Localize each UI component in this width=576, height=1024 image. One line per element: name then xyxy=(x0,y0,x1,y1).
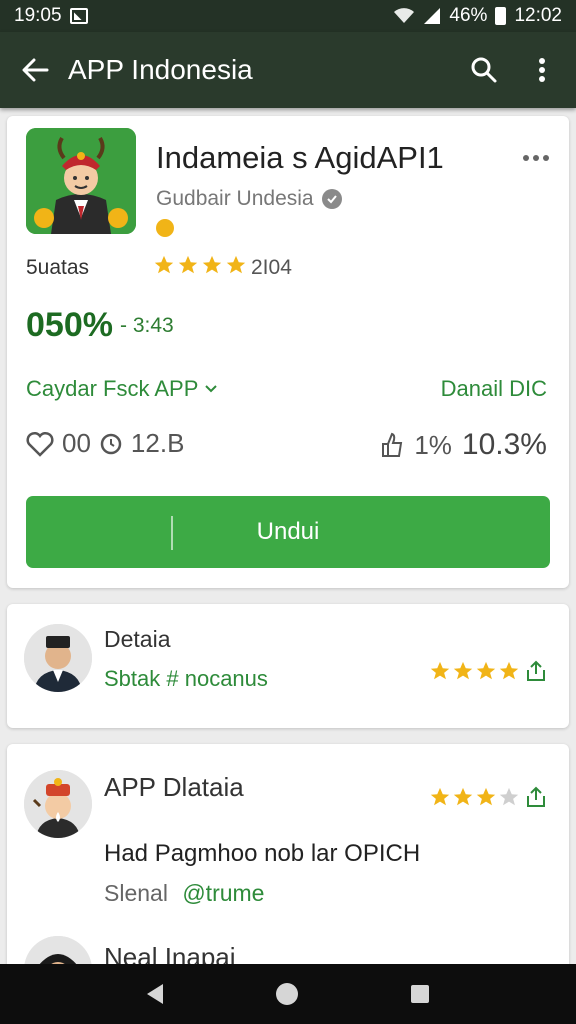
star-icon xyxy=(178,255,198,274)
review-meta-suffix: @trume xyxy=(182,880,265,906)
share-icon[interactable] xyxy=(525,660,547,682)
stats-right: 1% 10.3% xyxy=(380,428,547,462)
likes-count: 00 xyxy=(62,428,91,458)
more-dot-icon xyxy=(543,155,549,161)
star-empty-icon xyxy=(499,787,519,806)
badge-icon xyxy=(156,219,174,237)
status-time-right: 12:02 xyxy=(514,5,562,26)
notification-icon xyxy=(69,8,88,24)
clock-icon xyxy=(100,433,122,454)
rating-label: 5uatas xyxy=(26,256,90,279)
rating-count: 2I04 xyxy=(251,256,292,279)
back-button[interactable] xyxy=(18,53,52,87)
category-label: Caydar Fsck APP xyxy=(26,376,199,401)
app-bar-actions xyxy=(468,54,558,86)
app-bar: APP Indonesia xyxy=(0,32,576,108)
more-dot-icon xyxy=(533,155,539,161)
star-icon xyxy=(202,255,222,274)
user-avatar-icon xyxy=(24,770,92,838)
signal-icon xyxy=(424,8,441,24)
battery-percent: 46% xyxy=(449,5,488,26)
battery-icon xyxy=(495,7,507,25)
download-divider xyxy=(171,516,173,550)
overflow-menu-icon xyxy=(539,58,545,82)
star-icon xyxy=(453,787,473,806)
review-stars xyxy=(429,786,547,808)
category-dropdown[interactable]: Caydar Fsck APP xyxy=(26,376,218,402)
app-logo-icon xyxy=(26,128,136,234)
verified-icon xyxy=(321,189,342,209)
overflow-menu-button[interactable] xyxy=(526,54,558,86)
growth-percent: 10.3% xyxy=(461,428,547,461)
review-stars xyxy=(429,660,547,682)
status-bar: 19:05 46% 12:02 xyxy=(0,0,576,32)
heart-icon[interactable] xyxy=(26,431,54,457)
app-icon[interactable] xyxy=(26,128,136,234)
percent-main: 050% xyxy=(26,306,113,344)
status-time-left: 19:05 xyxy=(14,5,62,26)
app-bar-title: APP Indonesia xyxy=(68,54,253,85)
developer-name: Gudbair Undesia xyxy=(156,187,314,210)
star-icon xyxy=(430,787,450,806)
detail-link[interactable]: Danail DIC xyxy=(441,376,547,402)
review-meta-prefix: Slenal xyxy=(104,880,168,906)
download-button[interactable]: Undui xyxy=(26,496,550,568)
review-text: Had Pagmhoo nob lar OPICH xyxy=(104,840,421,867)
percent-sub: - 3:43 xyxy=(120,314,174,337)
rating-stars xyxy=(153,254,247,276)
thumbs-percent: 1% xyxy=(414,429,452,460)
more-options-button[interactable] xyxy=(521,148,551,168)
developer-link[interactable]: Gudbair Undesia xyxy=(156,187,342,211)
avatar[interactable] xyxy=(24,770,92,838)
review-card: Detaia Sbtak # nocanus xyxy=(7,604,569,728)
thumbs-up-icon[interactable] xyxy=(380,432,404,458)
review-meta: Slenal @trume xyxy=(104,880,264,907)
back-arrow-icon xyxy=(22,58,49,82)
wifi-icon xyxy=(394,8,415,23)
star-icon xyxy=(226,255,246,274)
star-icon xyxy=(476,661,496,680)
nav-home-icon[interactable] xyxy=(275,983,298,1005)
review-subtitle: Sbtak # nocanus xyxy=(104,666,268,691)
share-icon[interactable] xyxy=(525,786,547,808)
user-avatar-icon xyxy=(24,624,92,692)
status-right: 46% 12:02 xyxy=(393,5,562,27)
star-icon xyxy=(453,661,473,680)
review-author: Detaia xyxy=(104,626,171,652)
review-card: APP Dlataia Had Pagmhoo nob lar OPICH Sl… xyxy=(7,744,569,1004)
stats-left: 00 12.B xyxy=(26,428,184,459)
avatar[interactable] xyxy=(24,624,92,692)
search-icon xyxy=(471,57,497,83)
star-icon xyxy=(430,661,450,680)
size-value: 12.B xyxy=(130,428,185,458)
star-icon xyxy=(154,255,174,274)
review-author: APP Dlataia xyxy=(104,772,244,802)
download-label: Undui xyxy=(256,518,320,545)
nav-back-icon[interactable] xyxy=(146,984,163,1004)
system-nav-bar xyxy=(0,964,576,1024)
nav-recents-icon[interactable] xyxy=(411,985,430,1003)
search-button[interactable] xyxy=(468,54,500,86)
star-icon xyxy=(476,787,496,806)
chevron-down-icon xyxy=(205,385,218,393)
app-detail-card: Indameia s AgidAPI1 Gudbair Undesia 5uat… xyxy=(7,116,569,588)
status-left: 19:05 xyxy=(14,5,88,27)
star-icon xyxy=(499,661,519,680)
more-dot-icon xyxy=(523,155,529,161)
app-name: Indameia s AgidAPI1 xyxy=(156,140,444,175)
